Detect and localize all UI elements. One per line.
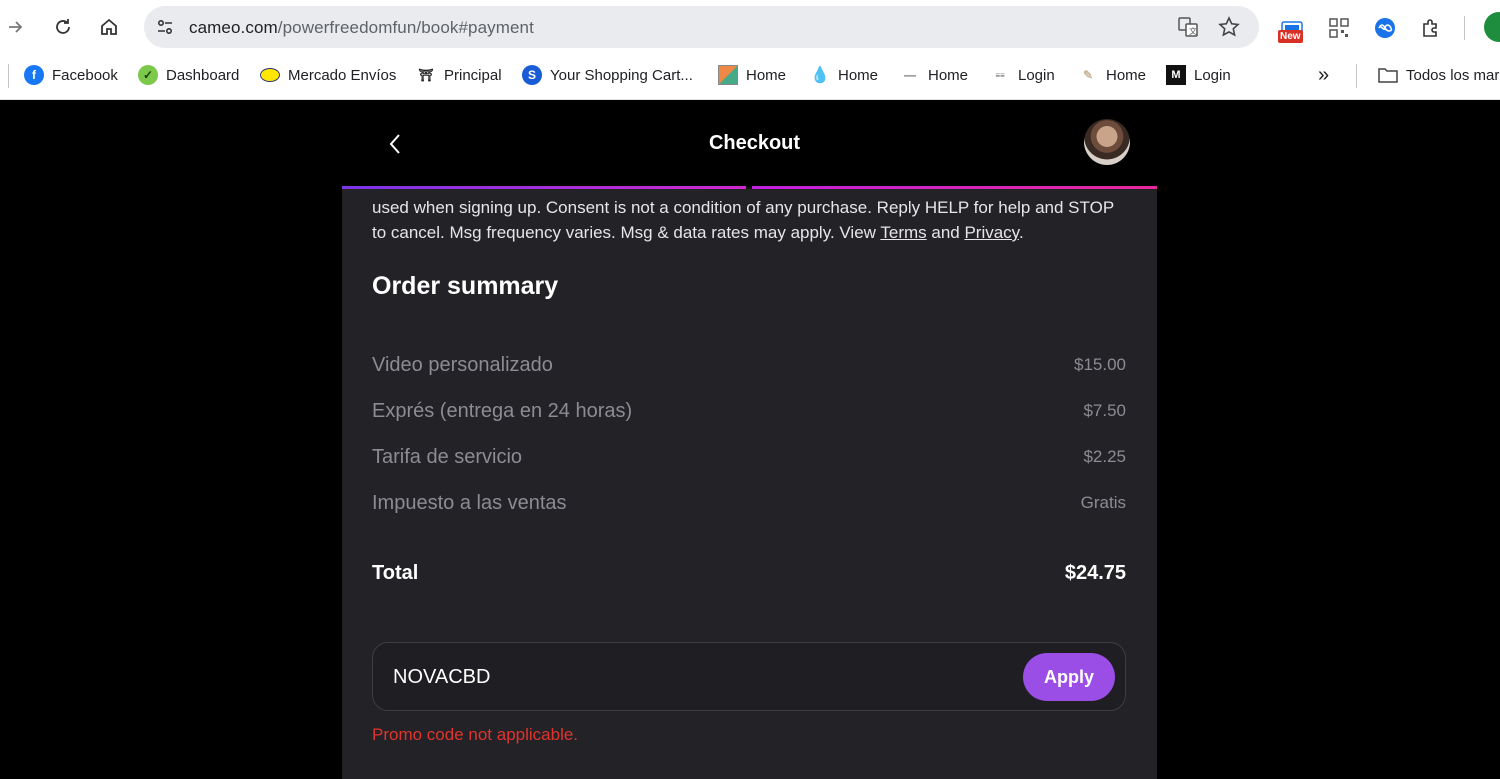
promo-code-box: Apply [372,642,1126,711]
bookmark-home-2[interactable]: 💧 Home [810,64,878,86]
bookmark-label: Dashboard [166,66,240,84]
bookmark-label: Mercado Envíos [288,66,397,84]
bookmark-star-icon[interactable] [1217,15,1241,39]
promo-code-input[interactable] [393,665,993,689]
bookmark-label: Home [928,66,969,84]
avatar[interactable] [1084,119,1130,165]
url-text: cameo.com/powerfreedomfun/book#payment [189,18,534,38]
bookmark-label: Login [1018,66,1055,84]
login-icon: ≡≡ [995,70,1005,80]
bookmark-login-1[interactable]: ≡≡ Login [990,64,1055,86]
dashboard-icon: ✓ [138,65,158,85]
total-row: Total $24.75 [372,559,1126,587]
bookmark-home-1[interactable]: Home [718,64,786,86]
profile-avatar[interactable] [1484,12,1500,42]
shopping-cart-icon: S [522,65,542,85]
qr-code-icon[interactable] [1325,14,1353,42]
page-title: Checkout [708,132,801,154]
bookmark-dashboard[interactable]: ✓ Dashboard [138,64,239,86]
consent-period: . [1018,223,1024,242]
url-path: /powerfreedomfun/book#payment [277,18,534,37]
promo-error-message: Promo code not applicable. [372,725,579,744]
line-icon: — [904,68,916,82]
summary-item-label: Video personalizado [372,353,553,376]
privacy-link[interactable]: Privacy [964,223,1018,242]
translate-icon[interactable]: 文 [1176,15,1200,39]
summary-item-value: $15.00 [1074,355,1126,374]
summary-item-label: Tarifa de servicio [372,445,523,468]
bookmarks-more-button[interactable]: » [1318,64,1329,86]
address-bar[interactable]: cameo.com/powerfreedomfun/book#payment 文 [144,6,1259,48]
bookmarks-divider [8,64,9,88]
principal-icon: ⛩ [418,68,434,82]
bookmark-label: Home [746,66,787,84]
total-value: $24.75 [1064,561,1126,584]
bookmark-label: Home [838,66,879,84]
bookmark-shopping-cart[interactable]: S Your Shopping Cart... [522,64,693,86]
page-background: Checkout used when signing up. Consent i… [0,101,1500,779]
checkout-panel: Checkout used when signing up. Consent i… [342,101,1157,779]
terms-link[interactable]: Terms [880,223,926,242]
new-extension-icon[interactable]: New [1278,14,1306,43]
folder-icon [1378,65,1398,85]
browser-toolbar: cameo.com/powerfreedomfun/book#payment 文… [0,0,1500,54]
forward-icon[interactable] [0,11,32,43]
consent-and: and [926,223,965,242]
bookmark-login-2[interactable]: M Login [1166,64,1231,86]
infinity-extension-icon[interactable] [1371,14,1399,42]
bookmark-label: Facebook [52,66,118,84]
bookmark-label: Your Shopping Cart... [550,66,693,84]
summary-item-label: Exprés (entrega en 24 horas) [372,399,633,422]
feather-icon: ✎ [1082,68,1094,82]
bookmark-home-3[interactable]: — Home [900,64,968,86]
bookmark-folder-todos[interactable]: Todos los mar [1378,64,1499,86]
bookmark-principal[interactable]: ⛩ Principal [416,64,502,86]
summary-item-value: $2.25 [1083,447,1126,466]
summary-row: Tarifa de servicio $2.25 [372,443,1126,471]
reload-icon[interactable] [47,11,79,43]
bookmark-label: Login [1194,66,1231,84]
bookmark-home-4[interactable]: ✎ Home [1078,64,1146,86]
drop-icon: 💧 [810,67,830,84]
mercado-envios-icon [260,68,280,82]
consent-text: used when signing up. Consent is not a c… [372,195,1132,245]
bookmarks-bar: f Facebook ✓ Dashboard Mercado Envíos ⛩ … [0,54,1500,100]
site-info-icon[interactable] [152,14,178,40]
summary-row: Impuesto a las ventas Gratis [372,489,1126,517]
extensions-puzzle-icon[interactable] [1417,14,1445,42]
toolbar-divider [1464,16,1465,40]
total-label: Total [372,561,419,584]
bookmark-facebook[interactable]: f Facebook [24,64,118,86]
m-icon: M [1166,65,1186,85]
bookmarks-divider [1356,64,1357,88]
bookmark-label: Principal [444,66,502,84]
facebook-icon: f [24,65,44,85]
home-image-icon [718,65,738,85]
summary-item-label: Impuesto a las ventas [372,491,567,514]
summary-item-value: Gratis [1080,493,1126,512]
bookmark-mercado-envios[interactable]: Mercado Envíos [260,64,396,86]
order-summary-title: Order summary [372,272,559,300]
checkout-content: used when signing up. Consent is not a c… [342,189,1157,779]
summary-item-value: $7.50 [1083,401,1126,420]
bookmark-label: Home [1106,66,1147,84]
svg-text:文: 文 [1189,26,1197,36]
summary-row: Exprés (entrega en 24 horas) $7.50 [372,397,1126,425]
checkout-header: Checkout [342,101,1157,189]
new-badge: New [1278,30,1303,43]
apply-button[interactable]: Apply [1023,653,1115,701]
bookmark-label: Todos los mar [1406,66,1500,84]
url-domain: cameo.com [189,18,278,37]
home-icon[interactable] [93,11,125,43]
summary-row: Video personalizado $15.00 [372,351,1126,379]
